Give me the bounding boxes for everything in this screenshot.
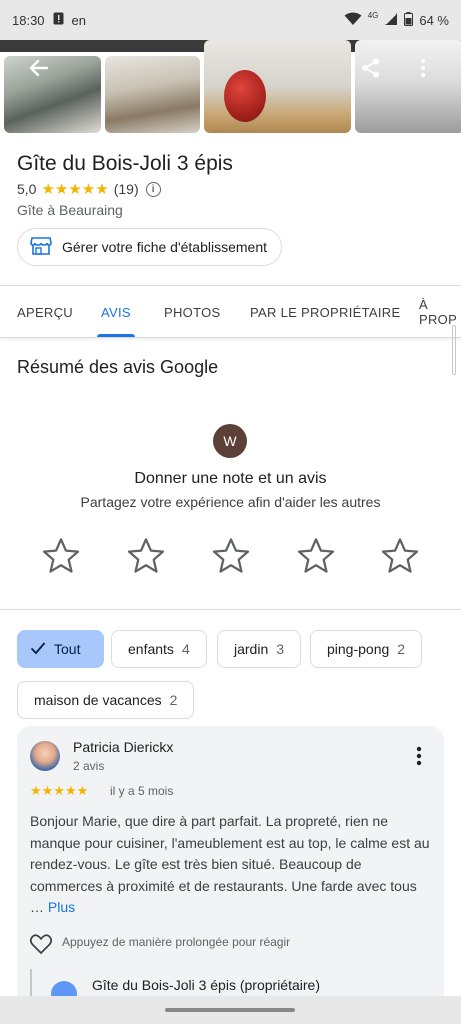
chip-count: 4 [181,641,190,657]
react-hint: Appuyez de manière prolongée pour réagir [62,935,291,949]
review-time: il y a 5 mois [110,784,174,798]
star-outline-icon[interactable] [295,535,337,577]
reviewer-name[interactable]: Patricia Dierickx [73,739,173,755]
place-title: Gîte du Bois-Joli 3 épis [17,152,233,175]
system-nav-bar [0,996,461,1024]
reviewer-avatar[interactable] [30,741,60,771]
rate-subtitle: Partagez votre expérience afin d'aider l… [80,494,381,510]
star-outline-icon[interactable] [210,535,252,577]
owner-reply-name: Gîte du Bois-Joli 3 épis (propriétaire) [92,977,320,993]
more-options-button[interactable] [405,52,441,88]
tab-photos[interactable]: PHOTOS [164,286,220,337]
battery-level: 64 % [419,12,449,28]
share-button[interactable] [353,52,389,88]
check-icon [30,641,46,658]
rating-input [40,535,422,579]
manage-listing-label: Gérer votre fiche d'établissement [62,239,267,255]
review-card[interactable]: Patricia Dierickx 2 avis ★★★★★ il y a 5 … [17,726,444,1019]
star-outline-icon[interactable] [125,535,167,577]
rating-count: (19) [113,181,139,197]
more-vert-icon [420,58,426,83]
back-button[interactable] [21,52,57,88]
notification-icon [53,12,64,28]
section-divider [0,609,461,610]
photo-red-chair [224,70,266,122]
chip-label: jardin [234,641,269,657]
chip-ping-pong[interactable]: ping-pong 2 [310,630,423,668]
scrollbar[interactable] [452,325,456,375]
status-bar: 18:30 en 4G 64 % [0,0,461,40]
rating-stars: ★★★★★ [41,181,109,198]
review-text: Bonjour Marie, que dire à part parfait. … [30,811,430,919]
chip-label: Tout [54,641,81,657]
photo-carousel[interactable] [0,40,461,136]
place-category: Gîte à Beauraing [17,202,123,218]
status-time: 18:30 [12,12,45,28]
rate-title: Donner une note et un avis [134,470,327,487]
home-gesture-handle[interactable] [165,1008,295,1012]
chip-count: 2 [397,641,406,657]
info-icon[interactable]: i [145,181,161,197]
star-outline-icon[interactable] [40,535,82,577]
active-tab-indicator [97,334,135,337]
tab-by-owner[interactable]: PAR LE PROPRIÉTAIRE [250,286,400,337]
chip-maison-de-vacances[interactable]: maison de vacances 2 [17,681,195,719]
chip-enfants[interactable]: enfants 4 [111,630,207,668]
chip-label: ping-pong [327,641,390,657]
user-avatar: W [213,424,247,458]
rating-value: 5,0 [17,181,37,197]
reviews-summary-title: Résumé des avis Google [17,357,219,377]
tab-overview[interactable]: APERÇU [17,286,73,337]
photo-kitchen[interactable] [105,56,200,133]
status-left-label: en [71,12,87,28]
more-vert-icon [409,746,429,772]
rating-row[interactable]: 5,0 ★★★★★ (19) i [17,180,161,198]
chip-all[interactable]: Tout [17,630,104,668]
heart-icon[interactable] [29,933,53,955]
storefront-icon [30,236,52,259]
network-type: 4G [367,10,379,20]
review-more-options-button[interactable] [409,744,429,768]
chip-label: enfants [128,641,174,657]
reviewer-review-count: 2 avis [73,759,105,773]
star-outline-icon[interactable] [379,535,421,577]
review-body: Bonjour Marie, que dire à part parfait. … [30,813,430,915]
signal-icon [384,12,398,29]
chip-count: 3 [276,641,285,657]
tab-bar: APERÇU AVIS PHOTOS PAR LE PROPRIÉTAIRE À… [0,285,461,338]
chip-jardin[interactable]: jardin 3 [217,630,302,668]
review-more-link[interactable]: Plus [48,899,75,915]
photo-attic-room[interactable] [204,40,351,133]
wifi-icon [344,12,362,29]
chip-count: 2 [169,692,178,708]
tab-reviews[interactable]: AVIS [101,286,131,337]
battery-icon [404,11,414,29]
arrow-left-icon [28,57,50,84]
chip-label: maison de vacances [34,692,162,708]
review-stars: ★★★★★ [30,783,89,798]
share-icon [360,57,382,84]
manage-listing-button[interactable]: Gérer votre fiche d'établissement [17,228,282,266]
